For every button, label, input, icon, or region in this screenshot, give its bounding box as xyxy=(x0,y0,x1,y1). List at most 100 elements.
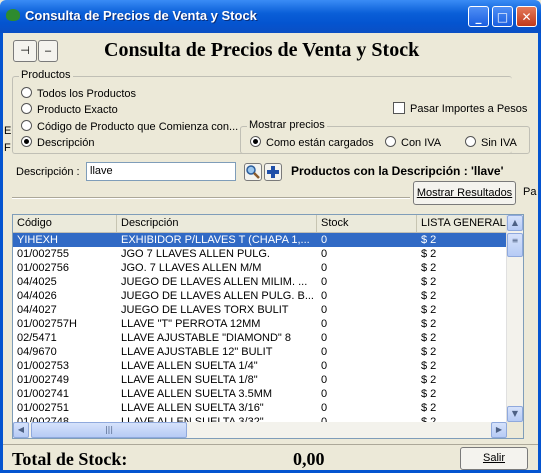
vertical-scroll-thumb[interactable]: ≡ xyxy=(507,233,523,257)
collapse-button[interactable]: – xyxy=(38,40,58,62)
radio-indicator xyxy=(385,136,396,147)
column-header-codigo[interactable]: Código xyxy=(13,215,117,232)
app-icon xyxy=(6,9,20,21)
pasar-importes-checkbox[interactable]: Pasar Importes a Pesos xyxy=(393,102,527,115)
total-stock-value: 0,00 xyxy=(293,449,325,469)
radio-indicator xyxy=(21,87,32,98)
search-icon xyxy=(246,165,260,179)
table-row[interactable]: 04/4026 JUEGO DE LLAVES ALLEN PULG. B... 0… xyxy=(13,289,507,303)
table-row[interactable]: 04/4027 JUEGO DE LLAVES TORX BULIT 0 $ 2 xyxy=(13,303,507,317)
pin-button[interactable]: ⊣ xyxy=(13,40,37,62)
table-row[interactable]: 04/4025 JUEGO DE LLAVES ALLEN MILIM. ... 0… xyxy=(13,275,507,289)
clipped-label-pa: Pa xyxy=(523,186,537,198)
radio-indicator xyxy=(21,103,32,114)
cell-codigo: 02/5471 xyxy=(17,332,57,344)
column-header-descripcion[interactable]: Descripción xyxy=(117,215,317,232)
radio-indicator xyxy=(21,120,32,131)
radio-codigo-comienza[interactable]: Código de Producto que Comienza con... xyxy=(21,120,238,133)
minimize-button[interactable]: _ xyxy=(468,6,489,27)
cell-stock: 0 xyxy=(321,290,328,302)
window-title: Consulta de Precios de Venta y Stock xyxy=(25,8,257,23)
table-row[interactable]: 02/5471 LLAVE AJUSTABLE "DIAMOND" 8 0 $ 2 xyxy=(13,331,507,345)
mostrar-precios-label: Mostrar precios xyxy=(247,119,327,131)
cell-stock: 0 xyxy=(321,262,328,274)
table-row[interactable]: 01/002751 LLAVE ALLEN SUELTA 3/16" 0 $ 2 xyxy=(13,401,507,415)
cell-descripcion: LLAVE ALLEN SUELTA 1/8" xyxy=(121,374,258,386)
cell-stock: 0 xyxy=(321,402,328,414)
vertical-scrollbar[interactable]: ▲ ≡ ▼ xyxy=(506,215,523,422)
table-row[interactable]: 04/9670 LLAVE AJUSTABLE 12" BULIT 0 $ 2 xyxy=(13,345,507,359)
radio-todos-productos[interactable]: Todos los Productos xyxy=(21,87,136,100)
cell-codigo: 04/4025 xyxy=(17,276,57,288)
radio-indicator xyxy=(465,136,476,147)
radio-como-cargados[interactable]: Como están cargados xyxy=(250,136,374,149)
search-button[interactable] xyxy=(244,163,262,181)
cell-lista-general: $ 2 xyxy=(421,234,437,246)
table-row[interactable]: 01/002749 LLAVE ALLEN SUELTA 1/8" 0 $ 2 xyxy=(13,373,507,387)
cell-stock: 0 xyxy=(321,346,328,358)
cell-lista-general: $ 2 xyxy=(421,332,437,344)
cell-descripcion: LLAVE ALLEN SUELTA 3.5MM xyxy=(121,388,273,400)
radio-descripcion[interactable]: Descripción xyxy=(21,136,94,149)
cell-descripcion: EXHIBIDOR P/LLAVES T (CHAPA 1,... xyxy=(121,234,310,246)
cell-stock: 0 xyxy=(321,234,328,246)
results-table[interactable]: Código Descripción Stock LISTA GENERAL Y… xyxy=(12,214,524,439)
search-result-label: Productos con la Descripción : 'llave' xyxy=(291,164,504,178)
scroll-left-button[interactable]: ◀ xyxy=(13,422,29,438)
horizontal-scrollbar[interactable]: ◀ ||| ▶ xyxy=(13,422,507,438)
cell-codigo: YIHEXH xyxy=(17,234,58,246)
scroll-down-button[interactable]: ▼ xyxy=(507,406,523,422)
cell-codigo: 01/002755 xyxy=(17,248,69,260)
radio-producto-exacto[interactable]: Producto Exacto xyxy=(21,103,118,116)
radio-sin-iva[interactable]: Sin IVA xyxy=(465,136,517,149)
cell-stock: 0 xyxy=(321,304,328,316)
mostrar-resultados-button[interactable]: Mostrar Resultados xyxy=(413,181,516,205)
descripcion-label: Descripción : xyxy=(16,166,80,178)
cell-stock: 0 xyxy=(321,318,328,330)
scroll-up-button[interactable]: ▲ xyxy=(507,215,523,231)
close-button[interactable]: ✕ xyxy=(516,6,537,27)
cell-stock: 0 xyxy=(321,388,328,400)
cell-codigo: 01/002751 xyxy=(17,402,69,414)
radio-indicator-selected xyxy=(250,136,261,147)
table-row[interactable]: 01/002756 JGO. 7 LLAVES ALLEN M/M 0 $ 2 xyxy=(13,261,507,275)
cell-descripcion: JGO. 7 LLAVES ALLEN M/M xyxy=(121,262,262,274)
cell-descripcion: LLAVE ALLEN SUELTA 1/4" xyxy=(121,360,258,372)
cell-stock: 0 xyxy=(321,276,328,288)
cell-descripcion: LLAVE "T" PERROTA 12MM xyxy=(121,318,261,330)
cell-lista-general: $ 2 xyxy=(421,388,437,400)
total-stock-label: Total de Stock: xyxy=(12,449,128,469)
column-header-lista-general[interactable]: LISTA GENERAL xyxy=(417,215,509,232)
table-row[interactable]: 01/002757H LLAVE "T" PERROTA 12MM 0 $ 2 xyxy=(13,317,507,331)
footer-divider xyxy=(3,444,538,445)
cell-codigo: 04/4027 xyxy=(17,304,57,316)
radio-indicator-selected xyxy=(21,136,32,147)
cell-descripcion: LLAVE ALLEN SUELTA 3/16" xyxy=(121,402,264,414)
cell-lista-general: $ 2 xyxy=(421,402,437,414)
horizontal-scroll-thumb[interactable]: ||| xyxy=(31,422,187,438)
salir-button[interactable]: Salir xyxy=(460,447,528,470)
cell-lista-general: $ 2 xyxy=(421,248,437,260)
add-button[interactable] xyxy=(264,163,282,181)
cell-stock: 0 xyxy=(321,374,328,386)
radio-con-iva[interactable]: Con IVA xyxy=(385,136,441,149)
table-row[interactable]: 01/002753 LLAVE ALLEN SUELTA 1/4" 0 $ 2 xyxy=(13,359,507,373)
descripcion-input[interactable]: llave xyxy=(86,162,236,181)
pin-icon: ⊣ xyxy=(20,45,30,57)
cell-descripcion: LLAVE AJUSTABLE "DIAMOND" 8 xyxy=(121,332,292,344)
table-header: Código Descripción Stock LISTA GENERAL xyxy=(13,215,507,233)
cell-codigo: 04/4026 xyxy=(17,290,57,302)
page-title: Consulta de Precios de Venta y Stock xyxy=(104,39,420,61)
table-row[interactable]: 01/002741 LLAVE ALLEN SUELTA 3.5MM 0 $ 2 xyxy=(13,387,507,401)
minus-icon: – xyxy=(44,45,52,57)
cell-codigo: 04/9670 xyxy=(17,346,57,358)
cell-codigo: 01/002749 xyxy=(17,374,69,386)
maximize-button[interactable]: □ xyxy=(492,6,513,27)
scroll-right-button[interactable]: ▶ xyxy=(491,422,507,438)
cell-codigo: 01/002741 xyxy=(17,388,69,400)
table-row[interactable]: 01/002755 JGO 7 LLAVES ALLEN PULG. 0 $ 2 xyxy=(13,247,507,261)
column-header-stock[interactable]: Stock xyxy=(317,215,417,232)
table-row[interactable]: YIHEXH EXHIBIDOR P/LLAVES T (CHAPA 1,... 0… xyxy=(13,233,507,247)
cell-lista-general: $ 2 xyxy=(421,290,437,302)
divider xyxy=(12,197,410,199)
